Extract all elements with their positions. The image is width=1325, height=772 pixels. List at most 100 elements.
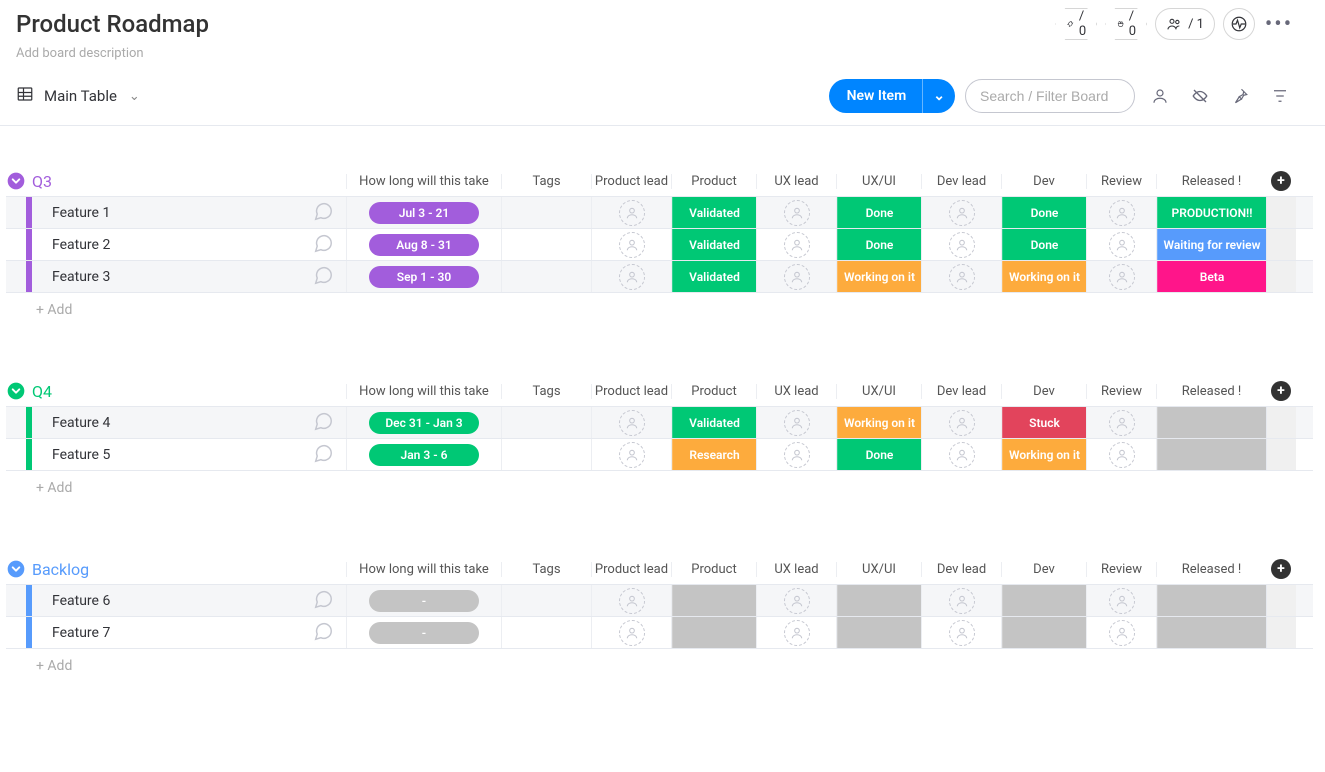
col-uxui[interactable]: UX/UI	[836, 174, 921, 189]
group-title[interactable]: Q3	[32, 172, 52, 191]
col-product[interactable]: Product	[671, 562, 756, 577]
person-filter[interactable]	[1145, 81, 1175, 111]
status-cell[interactable]: Working on it	[837, 261, 921, 292]
status-cell[interactable]	[672, 585, 756, 616]
tags-cell[interactable]	[501, 439, 591, 470]
collapse-toggle[interactable]	[6, 381, 26, 401]
col-released[interactable]: Released !	[1156, 174, 1266, 189]
status-cell[interactable]	[672, 617, 756, 648]
product-lead-cell[interactable]	[619, 200, 645, 226]
col-ux-lead[interactable]: UX lead	[756, 562, 836, 577]
col-tags[interactable]: Tags	[501, 174, 591, 189]
chat-icon[interactable]	[312, 200, 334, 226]
status-cell[interactable]: Done	[1002, 197, 1086, 228]
new-item-button[interactable]: New Item ⌄	[829, 79, 955, 113]
col-released[interactable]: Released !	[1156, 384, 1266, 399]
page-title[interactable]: Product Roadmap	[16, 10, 209, 38]
status-cell[interactable]: PRODUCTION!!	[1157, 197, 1266, 228]
status-cell[interactable]: Validated	[672, 407, 756, 438]
status-cell[interactable]: Beta	[1157, 261, 1266, 292]
chat-icon[interactable]	[312, 264, 334, 290]
add-column[interactable]: +	[1271, 559, 1291, 579]
status-cell[interactable]	[1002, 617, 1086, 648]
tags-cell[interactable]	[501, 229, 591, 260]
product-lead-cell[interactable]	[619, 264, 645, 290]
filter-board[interactable]	[1265, 81, 1295, 111]
tags-cell[interactable]	[501, 617, 591, 648]
automations-badge[interactable]: / 0	[1055, 8, 1097, 40]
timeline-pill[interactable]: -	[369, 622, 479, 644]
dev-lead-cell[interactable]	[949, 264, 975, 290]
status-cell[interactable]: Stuck	[1002, 407, 1086, 438]
status-cell[interactable]: Validated	[672, 197, 756, 228]
collapse-toggle[interactable]	[6, 171, 26, 191]
item-name[interactable]: Feature 2	[32, 229, 346, 260]
pin-board[interactable]	[1225, 81, 1255, 111]
col-review[interactable]: Review	[1086, 562, 1156, 577]
item-name[interactable]: Feature 3	[32, 261, 346, 292]
status-cell[interactable]: Waiting for review	[1157, 229, 1266, 260]
product-lead-cell[interactable]	[619, 410, 645, 436]
col-product-lead[interactable]: Product lead	[591, 562, 671, 577]
timeline-pill[interactable]: Aug 8 - 31	[369, 234, 479, 256]
review-cell[interactable]	[1109, 264, 1135, 290]
dev-lead-cell[interactable]	[949, 442, 975, 468]
product-lead-cell[interactable]	[619, 442, 645, 468]
add-row[interactable]: + Add	[6, 470, 1313, 504]
product-lead-cell[interactable]	[619, 232, 645, 258]
dev-lead-cell[interactable]	[949, 200, 975, 226]
review-cell[interactable]	[1109, 442, 1135, 468]
add-column[interactable]: +	[1271, 381, 1291, 401]
tags-cell[interactable]	[501, 197, 591, 228]
col-product[interactable]: Product	[671, 174, 756, 189]
status-cell[interactable]	[1002, 585, 1086, 616]
group-title[interactable]: Q4	[32, 382, 52, 401]
col-review[interactable]: Review	[1086, 384, 1156, 399]
col-dev[interactable]: Dev	[1001, 562, 1086, 577]
hide-columns[interactable]	[1185, 81, 1215, 111]
members-badge[interactable]: / 1	[1155, 8, 1215, 40]
col-product-lead[interactable]: Product lead	[591, 174, 671, 189]
status-cell[interactable]: Research	[672, 439, 756, 470]
status-cell[interactable]	[1157, 617, 1266, 648]
status-cell[interactable]: Done	[837, 439, 921, 470]
status-cell[interactable]: Done	[837, 197, 921, 228]
dev-lead-cell[interactable]	[949, 232, 975, 258]
ux-lead-cell[interactable]	[784, 264, 810, 290]
group-title[interactable]: Backlog	[32, 560, 89, 579]
add-column[interactable]: +	[1271, 171, 1291, 191]
col-tags[interactable]: Tags	[501, 562, 591, 577]
chat-icon[interactable]	[312, 620, 334, 646]
review-cell[interactable]	[1109, 588, 1135, 614]
item-name[interactable]: Feature 5	[32, 439, 346, 470]
col-uxui[interactable]: UX/UI	[836, 384, 921, 399]
chat-icon[interactable]	[312, 410, 334, 436]
add-row[interactable]: + Add	[6, 648, 1313, 682]
col-product-lead[interactable]: Product lead	[591, 384, 671, 399]
view-selector[interactable]: Main Table ⌄	[44, 87, 140, 105]
ux-lead-cell[interactable]	[784, 620, 810, 646]
status-cell[interactable]	[837, 617, 921, 648]
col-dev-lead[interactable]: Dev lead	[921, 174, 1001, 189]
col-tags[interactable]: Tags	[501, 384, 591, 399]
col-released[interactable]: Released !	[1156, 562, 1266, 577]
status-cell[interactable]: Done	[1002, 229, 1086, 260]
status-cell[interactable]: Working on it	[1002, 439, 1086, 470]
col-uxui[interactable]: UX/UI	[836, 562, 921, 577]
item-name[interactable]: Feature 4	[32, 407, 346, 438]
status-cell[interactable]: Done	[837, 229, 921, 260]
tags-cell[interactable]	[501, 585, 591, 616]
status-cell[interactable]: Validated	[672, 261, 756, 292]
board-description[interactable]: Add board description	[16, 46, 1295, 61]
col-review[interactable]: Review	[1086, 174, 1156, 189]
status-cell[interactable]	[1157, 439, 1266, 470]
collapse-toggle[interactable]	[6, 559, 26, 579]
status-cell[interactable]: Working on it	[837, 407, 921, 438]
status-cell[interactable]	[837, 585, 921, 616]
add-row[interactable]: + Add	[6, 292, 1313, 326]
review-cell[interactable]	[1109, 620, 1135, 646]
col-dev-lead[interactable]: Dev lead	[921, 562, 1001, 577]
new-item-dropdown[interactable]: ⌄	[922, 79, 955, 113]
timeline-pill[interactable]: Dec 31 - Jan 3	[369, 412, 479, 434]
dev-lead-cell[interactable]	[949, 410, 975, 436]
